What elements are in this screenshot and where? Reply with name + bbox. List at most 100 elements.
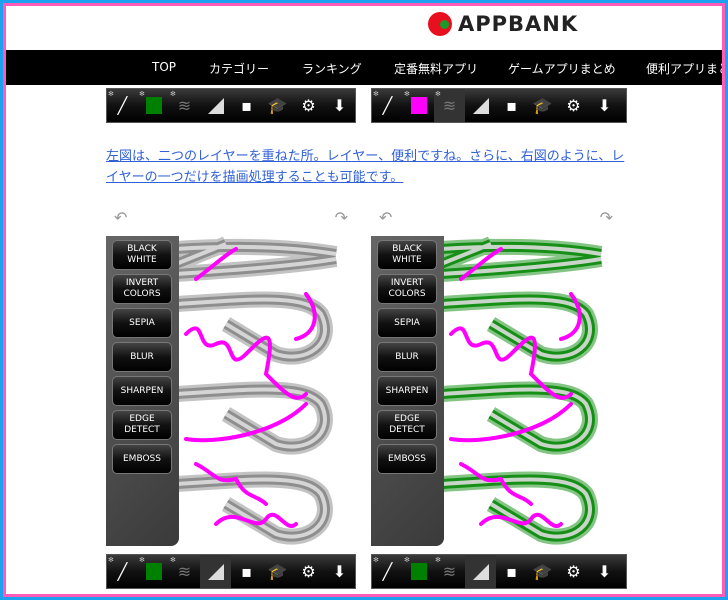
- nav-utility-apps[interactable]: 便利アプリまとめ: [646, 60, 722, 77]
- undo-icon[interactable]: ↶: [379, 208, 392, 227]
- education-button[interactable]: 🎓: [262, 555, 293, 588]
- settings-button[interactable]: ⚙: [293, 89, 324, 122]
- download-icon: ⬇: [597, 96, 612, 115]
- undo-icon[interactable]: ↶: [114, 208, 127, 227]
- redo-icon[interactable]: ↷: [600, 208, 613, 227]
- gear-icon: ✻: [170, 556, 176, 564]
- education-icon: 🎓: [532, 562, 553, 581]
- shape-icon: [207, 97, 224, 114]
- save-button[interactable]: ▪: [231, 89, 262, 122]
- settings-button[interactable]: ⚙: [293, 555, 324, 588]
- logo-text: APPBANK: [458, 12, 579, 36]
- shape-icon: [472, 563, 489, 580]
- filter-sepia-button[interactable]: SEPIA: [377, 308, 437, 338]
- layers-icon: ≋: [442, 562, 457, 581]
- canvas-right[interactable]: ↶ ↷ BLACK WHITE INVERT COLORS SEPIA BLUR SHARP…: [371, 204, 621, 549]
- filter-edge-detect-button[interactable]: EDGE DETECT: [377, 410, 437, 440]
- brush-button[interactable]: ✻ ╱: [372, 555, 403, 588]
- education-icon: 🎓: [532, 96, 553, 115]
- brush-icon: ╱: [382, 96, 393, 115]
- education-icon: 🎓: [267, 562, 288, 581]
- filter-edge-detect-button[interactable]: EDGE DETECT: [112, 410, 172, 440]
- settings-icon: ⚙: [566, 96, 581, 115]
- layers-button[interactable]: ✻ ≋: [434, 555, 465, 588]
- filter-blur-button[interactable]: BLUR: [377, 342, 437, 372]
- save-button[interactable]: ▪: [496, 555, 527, 588]
- download-button[interactable]: ⬇: [324, 555, 355, 588]
- toolbar-top-right: ✻ ╱ ✻ ✻ ≋ ▪ 🎓 ⚙ ⬇: [371, 88, 627, 123]
- site-header: APPBANK: [6, 6, 722, 50]
- education-button[interactable]: 🎓: [527, 89, 558, 122]
- page-frame: APPBANK TOP カテゴリー ランキング 定番無料アプリ ゲームアプリまと…: [3, 3, 725, 597]
- education-button[interactable]: 🎓: [527, 555, 558, 588]
- brush-icon: ╱: [382, 562, 393, 581]
- color-button[interactable]: ✻: [138, 555, 169, 588]
- save-icon: ▪: [241, 562, 252, 581]
- settings-icon: ⚙: [301, 562, 316, 581]
- nav-ranking[interactable]: ランキング: [302, 60, 362, 77]
- download-icon: ⬇: [597, 562, 612, 581]
- main-nav: TOP カテゴリー ランキング 定番無料アプリ ゲームアプリまとめ 便利アプリま…: [6, 50, 722, 85]
- layers-button[interactable]: ✻ ≋: [434, 89, 465, 122]
- settings-button[interactable]: ⚙: [558, 89, 589, 122]
- filter-sepia-button[interactable]: SEPIA: [112, 308, 172, 338]
- shape-button[interactable]: [465, 89, 496, 122]
- settings-button[interactable]: ⚙: [558, 555, 589, 588]
- shape-button[interactable]: [465, 555, 496, 588]
- shape-button[interactable]: [200, 89, 231, 122]
- filter-black-white-button[interactable]: BLACK WHITE: [112, 240, 172, 270]
- brush-button[interactable]: ✻ ╱: [372, 89, 403, 122]
- layers-icon: ≋: [177, 96, 192, 115]
- filter-black-white-button[interactable]: BLACK WHITE: [377, 240, 437, 270]
- gear-icon: ✻: [139, 90, 145, 98]
- canvas-left[interactable]: ↶ ↷ BLACK WHITE INVERT COLORS SEPIA BLUR SHARP…: [106, 204, 356, 549]
- brush-icon: ╱: [117, 562, 128, 581]
- filter-emboss-button[interactable]: EMBOSS: [112, 444, 172, 474]
- brush-button[interactable]: ✻ ╱: [107, 89, 138, 122]
- save-button[interactable]: ▪: [496, 89, 527, 122]
- shape-icon: [207, 563, 224, 580]
- nav-top[interactable]: TOP: [152, 60, 176, 74]
- shape-button[interactable]: [200, 555, 231, 588]
- apple-logo-icon: [428, 12, 452, 36]
- color-swatch: [145, 563, 162, 580]
- toolbar-top-left: ✻ ╱ ✻ ✻ ≋ ▪ 🎓 ⚙ ⬇: [106, 88, 356, 123]
- filter-emboss-button[interactable]: EMBOSS: [377, 444, 437, 474]
- color-button[interactable]: ✻: [138, 89, 169, 122]
- filter-sharpen-button[interactable]: SHARPEN: [377, 376, 437, 406]
- layers-button[interactable]: ✻ ≋: [169, 555, 200, 588]
- gear-icon: ✻: [373, 556, 379, 564]
- download-button[interactable]: ⬇: [589, 555, 620, 588]
- gear-icon: ✻: [404, 556, 410, 564]
- save-button[interactable]: ▪: [231, 555, 262, 588]
- gear-icon: ✻: [139, 556, 145, 564]
- color-button[interactable]: ✻: [403, 555, 434, 588]
- filter-invert-colors-button[interactable]: INVERT COLORS: [377, 274, 437, 304]
- color-button[interactable]: ✻: [403, 89, 434, 122]
- settings-icon: ⚙: [301, 96, 316, 115]
- save-icon: ▪: [506, 96, 517, 115]
- color-swatch: [145, 97, 162, 114]
- gear-icon: ✻: [170, 90, 176, 98]
- filter-blur-button[interactable]: BLUR: [112, 342, 172, 372]
- layers-button[interactable]: ✻ ≋: [169, 89, 200, 122]
- gear-icon: ✻: [108, 90, 114, 98]
- education-icon: 🎓: [267, 96, 288, 115]
- filter-invert-colors-button[interactable]: INVERT COLORS: [112, 274, 172, 304]
- appbank-logo[interactable]: APPBANK: [428, 12, 578, 36]
- color-swatch: [410, 97, 427, 114]
- description-link[interactable]: 左図は、二つのレイヤーを重ねた所。レイヤー、便利ですね。さらに、右図のように、レ…: [106, 146, 626, 188]
- brush-button[interactable]: ✻ ╱: [107, 555, 138, 588]
- filter-menu: BLACK WHITE INVERT COLORS SEPIA BLUR SHARPEN…: [371, 236, 444, 546]
- nav-free-apps[interactable]: 定番無料アプリ: [394, 60, 478, 77]
- education-button[interactable]: 🎓: [262, 89, 293, 122]
- redo-icon[interactable]: ↷: [335, 208, 348, 227]
- filter-sharpen-button[interactable]: SHARPEN: [112, 376, 172, 406]
- download-button[interactable]: ⬇: [324, 89, 355, 122]
- gear-icon: ✻: [435, 556, 441, 564]
- download-icon: ⬇: [332, 562, 347, 581]
- save-icon: ▪: [241, 96, 252, 115]
- nav-category[interactable]: カテゴリー: [209, 60, 269, 77]
- download-button[interactable]: ⬇: [589, 89, 620, 122]
- nav-game-apps[interactable]: ゲームアプリまとめ: [508, 60, 616, 77]
